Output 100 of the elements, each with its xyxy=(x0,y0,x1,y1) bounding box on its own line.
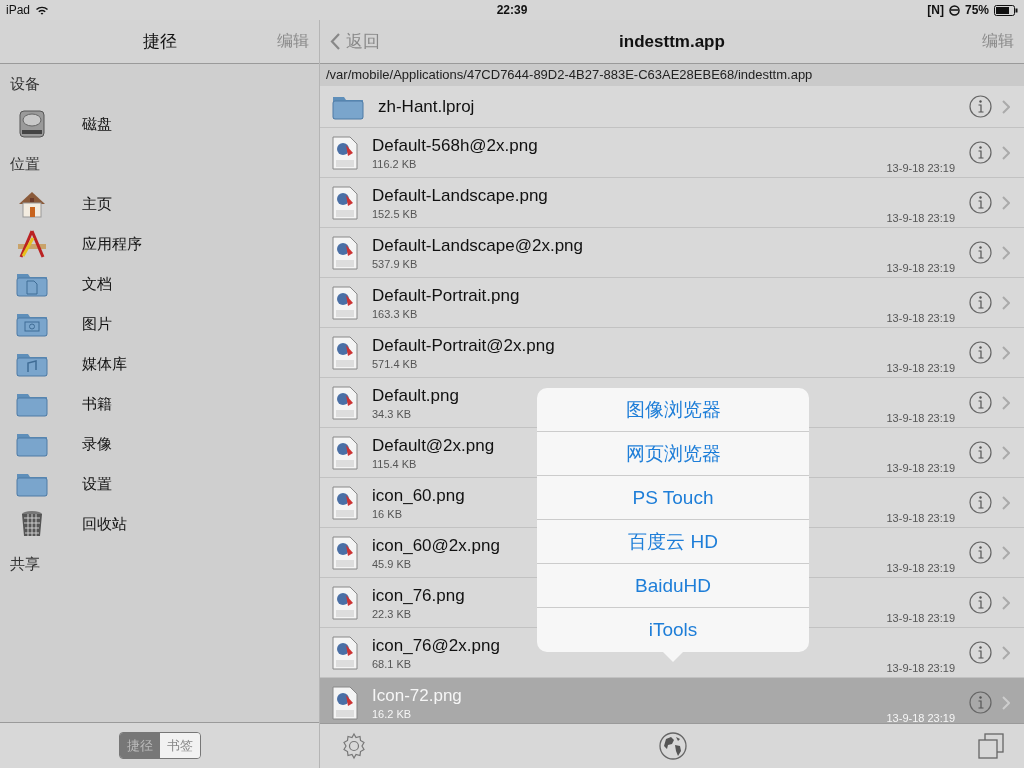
file-size: 34.3 KB xyxy=(372,407,412,420)
file-date: 13-9-18 23:19 xyxy=(886,262,955,274)
info-icon[interactable] xyxy=(969,541,992,564)
section-header: 设备 xyxy=(9,74,41,94)
file-size: 68.1 KB xyxy=(372,657,412,670)
info-icon[interactable] xyxy=(969,491,992,514)
chevron-right-icon xyxy=(1002,595,1010,610)
file-size: 537.9 KB xyxy=(372,257,418,270)
file-size: 116.2 KB xyxy=(372,157,417,170)
chevron-right-icon xyxy=(1002,345,1010,360)
info-icon[interactable] xyxy=(969,291,992,314)
file-name: icon_76.png xyxy=(372,585,465,606)
file-date: 13-9-18 23:19 xyxy=(886,462,955,474)
image-file-icon xyxy=(332,385,358,420)
info-icon[interactable] xyxy=(969,641,992,664)
file-date: 13-9-18 23:19 xyxy=(886,212,955,224)
image-file-icon xyxy=(332,535,358,570)
file-date: 13-9-18 23:19 xyxy=(886,312,955,324)
battery-percent: 75% xyxy=(964,3,989,17)
file-name: Default-Portrait@2x.png xyxy=(372,335,555,356)
pencil-ruler-icon xyxy=(17,229,47,259)
file-name: Default-Landscape.png xyxy=(372,185,548,206)
chevron-right-icon xyxy=(1002,645,1010,660)
file-date: 13-9-18 23:19 xyxy=(886,612,955,624)
file-name: Default@2x.png xyxy=(372,435,495,456)
status-indicator: [N] xyxy=(927,3,944,17)
image-file-icon xyxy=(332,185,358,220)
file-date: 13-9-18 23:19 xyxy=(886,712,955,723)
folder-icon xyxy=(16,271,48,297)
chevron-right-icon xyxy=(1002,695,1010,710)
file-name: Default-568h@2x.png xyxy=(372,135,538,156)
sidebar-item[interactable]: 文档 xyxy=(0,264,319,304)
status-time: 22:39 xyxy=(496,3,528,17)
sidebar-item[interactable]: 图片 xyxy=(0,304,319,344)
folder-icon xyxy=(16,351,48,377)
image-file-icon xyxy=(332,435,358,470)
file-name: Default-Landscape@2x.png xyxy=(372,235,583,256)
info-icon[interactable] xyxy=(969,341,992,364)
file-name: zh-Hant.lproj xyxy=(378,96,475,117)
sidebar-item[interactable]: 回收站 xyxy=(0,504,319,544)
info-icon[interactable] xyxy=(969,95,992,118)
house-icon xyxy=(17,189,47,219)
file-size: 163.3 KB xyxy=(372,307,418,320)
sidebar-item[interactable]: 录像 xyxy=(0,424,319,464)
info-icon[interactable] xyxy=(969,191,992,214)
chevron-right-icon xyxy=(1002,145,1010,160)
menu-item[interactable]: 百度云 HD xyxy=(537,520,809,564)
file-name: icon_76@2x.png xyxy=(372,635,500,656)
menu-item[interactable]: PS Touch xyxy=(537,476,809,520)
file-date: 13-9-18 23:19 xyxy=(886,362,955,374)
image-file-icon xyxy=(332,685,358,720)
info-icon[interactable] xyxy=(969,441,992,464)
menu-item[interactable]: 图像浏览器 xyxy=(537,388,809,432)
file-size: 571.4 KB xyxy=(372,357,418,370)
chevron-right-icon xyxy=(1002,295,1010,310)
file-size: 16.2 KB xyxy=(372,707,412,720)
image-file-icon xyxy=(332,335,358,370)
file-size: 22.3 KB xyxy=(372,607,412,620)
section-header: 位置 xyxy=(9,154,41,174)
chevron-right-icon xyxy=(1002,395,1010,410)
info-icon[interactable] xyxy=(969,691,992,714)
image-file-icon xyxy=(332,585,358,620)
info-icon[interactable] xyxy=(969,591,992,614)
globe-icon[interactable] xyxy=(658,731,688,761)
info-icon[interactable] xyxy=(969,241,992,264)
wifi-icon xyxy=(35,5,50,15)
image-file-icon xyxy=(332,135,358,170)
image-file-icon xyxy=(332,235,358,270)
sidebar-item[interactable]: 设置 xyxy=(0,464,319,504)
info-icon[interactable] xyxy=(969,141,992,164)
hard-drive-icon xyxy=(17,109,47,139)
file-size: 45.9 KB xyxy=(372,557,412,570)
sidebar-item[interactable]: 媒体库 xyxy=(0,344,319,384)
file-date: 13-9-18 23:19 xyxy=(886,412,955,424)
file-size: 152.5 KB xyxy=(372,207,418,220)
folder-icon xyxy=(16,471,48,497)
sidebar-title: 捷径 xyxy=(142,31,177,53)
file-name: icon_60.png xyxy=(372,485,465,506)
chevron-left-icon xyxy=(330,32,341,51)
folder-icon xyxy=(16,391,48,417)
file-date: 13-9-18 23:19 xyxy=(886,562,955,574)
sidebar-item[interactable]: 书籍 xyxy=(0,384,319,424)
file-name: Default.png xyxy=(372,385,459,406)
image-file-icon xyxy=(332,635,358,670)
settings-icon[interactable] xyxy=(340,732,368,760)
info-icon[interactable] xyxy=(969,391,992,414)
device-name: iPad xyxy=(6,3,31,17)
folder-title: indesttm.app xyxy=(619,31,725,52)
folder-icon xyxy=(16,431,48,457)
menu-item[interactable]: BaiduHD xyxy=(537,564,809,608)
chevron-right-icon xyxy=(1002,195,1010,210)
chevron-right-icon xyxy=(1002,245,1010,260)
windows-icon[interactable] xyxy=(978,733,1004,759)
chevron-right-icon xyxy=(1002,445,1010,460)
sidebar-item[interactable]: 主页 xyxy=(0,184,319,224)
sidebar-item[interactable]: 应用程序 xyxy=(0,224,319,264)
file-size: 16 KB xyxy=(372,507,402,520)
menu-item[interactable]: 网页浏览器 xyxy=(537,432,809,476)
sidebar-item[interactable]: 磁盘 xyxy=(0,104,319,144)
file-date: 13-9-18 23:19 xyxy=(886,512,955,524)
